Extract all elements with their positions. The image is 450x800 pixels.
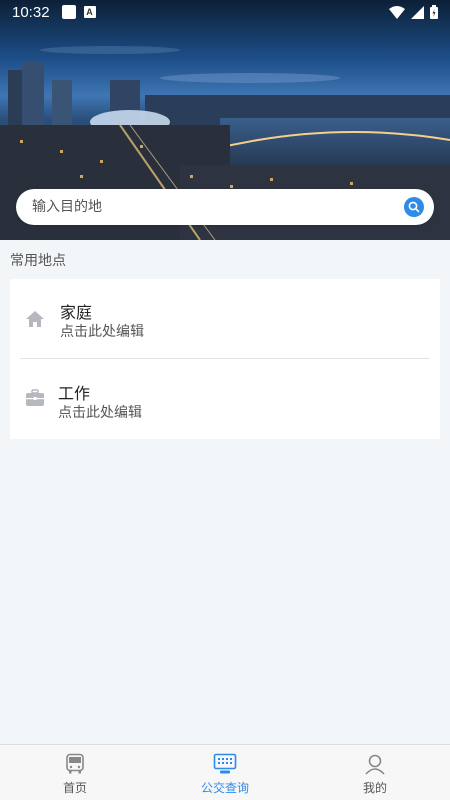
nav-label: 公交查询 xyxy=(200,781,249,795)
search-icon[interactable] xyxy=(404,197,424,217)
status-right-icons xyxy=(389,5,438,19)
briefcase-icon xyxy=(25,388,45,408)
square-icon xyxy=(61,5,76,19)
wifi-icon xyxy=(389,5,405,19)
destination-search-bar[interactable] xyxy=(16,189,434,225)
home-icon xyxy=(25,309,45,329)
bottom-navigation: 首页 公交查询 我的 xyxy=(0,744,450,800)
nav-item-home[interactable]: 首页 xyxy=(0,745,150,800)
place-subtitle: 点击此处编辑 xyxy=(58,405,142,421)
favorite-places-card: 家庭 点击此处编辑 工作 点击此处编辑 xyxy=(10,279,440,439)
monitor-icon xyxy=(213,753,237,774)
user-icon xyxy=(365,754,385,775)
nav-label: 首页 xyxy=(62,781,87,795)
bus-icon xyxy=(66,753,84,774)
nav-item-bus-query[interactable]: 公交查询 xyxy=(150,745,300,800)
destination-search-input[interactable] xyxy=(32,199,404,215)
battery-icon xyxy=(430,5,438,19)
nav-label: 我的 xyxy=(362,781,387,795)
nav-item-mine[interactable]: 我的 xyxy=(300,745,450,800)
status-time: 10:32 xyxy=(12,3,50,21)
favorite-place-home[interactable]: 家庭 点击此处编辑 xyxy=(10,279,440,359)
place-name: 家庭 xyxy=(60,303,93,322)
favorite-place-work[interactable]: 工作 点击此处编辑 xyxy=(10,359,440,439)
status-bar: 10:32 A xyxy=(0,0,450,24)
place-subtitle: 点击此处编辑 xyxy=(60,324,144,340)
a-icon: A xyxy=(83,6,96,18)
signal-icon xyxy=(411,5,424,19)
place-name: 工作 xyxy=(58,384,91,403)
favorites-section-title: 常用地点 xyxy=(10,253,66,269)
